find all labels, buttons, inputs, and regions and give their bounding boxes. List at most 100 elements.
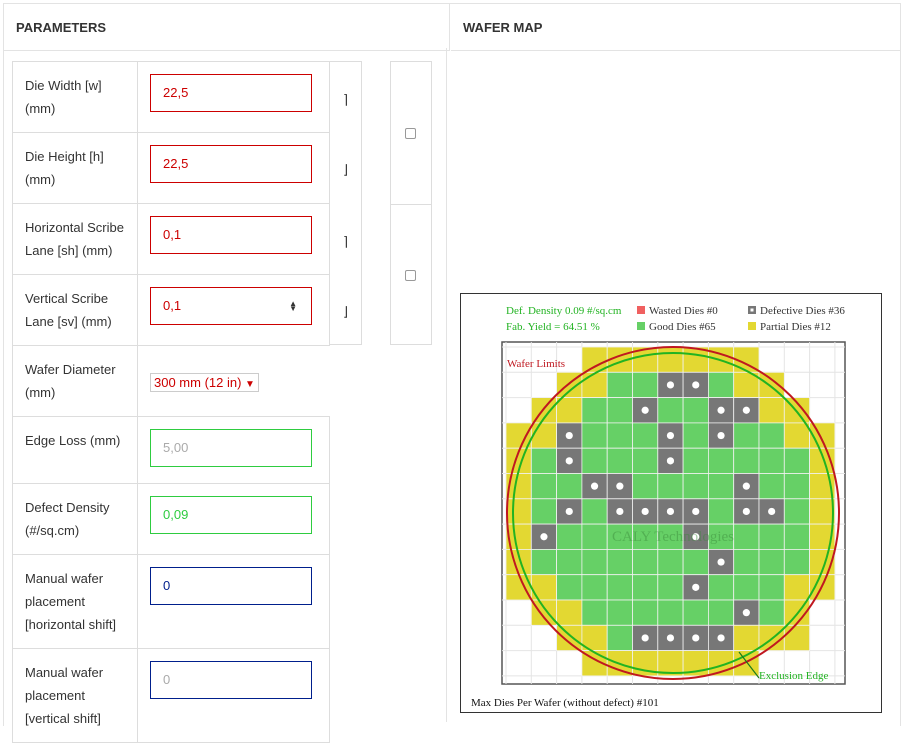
good-die (606, 397, 633, 424)
good-die (581, 523, 608, 550)
good-die (682, 422, 709, 449)
good-die (632, 574, 659, 601)
defect-dot (641, 507, 649, 516)
defect-dot (692, 381, 700, 389)
defect-dot (717, 406, 725, 414)
legend-def-density: Def. Density 0.09 #/sq.cm (506, 305, 622, 317)
die-height-label: Die Height [h] (mm) (12, 132, 138, 204)
partial-die (783, 422, 810, 449)
good-die (657, 548, 684, 576)
wafer-limits-label: Wafer Limits (507, 358, 565, 370)
partial-die (556, 599, 583, 626)
good-die (758, 574, 785, 601)
good-die (707, 473, 735, 500)
good-die (733, 523, 760, 550)
good-die (632, 473, 659, 500)
good-die (758, 548, 785, 576)
defect-dot (742, 482, 750, 490)
wafer-diameter-label: Wafer Diameter (mm) (12, 345, 138, 417)
partial-die (733, 624, 760, 651)
good-die (758, 473, 785, 500)
partial-die (556, 397, 583, 424)
defect-dot (616, 482, 624, 490)
die-width-input[interactable]: 22,5 (150, 74, 312, 112)
good-die (632, 599, 659, 626)
v-scribe-input[interactable]: 0,1 ▲ ▼ (150, 287, 312, 325)
defect-density-label: Defect Density (#/sq.cm) (12, 483, 138, 555)
link-dimensions-checkbox[interactable] (405, 128, 416, 139)
good-die (606, 599, 633, 626)
good-die (707, 498, 735, 525)
parameters-header: PARAMETERS (4, 4, 450, 51)
good-die (632, 371, 659, 399)
good-die (758, 447, 785, 474)
good-die (606, 624, 633, 651)
defect-dot (590, 482, 599, 490)
good-die (682, 599, 709, 626)
die-height-input[interactable]: 22,5 (150, 145, 312, 183)
partial-die (758, 397, 785, 424)
edge-loss-input[interactable]: 5,00 (150, 429, 312, 467)
legend-wasted-swatch (637, 306, 645, 314)
good-die (783, 548, 810, 576)
manual-h-input[interactable]: 0 (150, 567, 312, 605)
good-die (632, 548, 659, 576)
defect-dot (616, 507, 624, 516)
good-die (783, 473, 810, 500)
defect-dot (692, 507, 700, 516)
legend-partial-swatch (748, 322, 756, 330)
good-die (707, 574, 735, 601)
defect-dot (565, 457, 573, 465)
v-scribe-value: 0,1 (163, 298, 182, 313)
good-die (581, 498, 608, 525)
good-die (733, 574, 760, 601)
defect-dot (565, 507, 573, 516)
good-die (530, 548, 558, 576)
partial-die (657, 346, 684, 373)
link-bracket-icon: ⌉ (343, 92, 349, 107)
good-die (606, 371, 633, 399)
link-scribe-checkbox[interactable] (405, 270, 416, 281)
legend-fab-yield: Fab. Yield = 64.51 % (506, 321, 600, 333)
good-die (707, 447, 735, 474)
good-die (556, 574, 583, 601)
parameters-table: Die Width [w] (mm) 22,5 Die Height [h] (… (12, 61, 330, 743)
good-die (783, 498, 810, 525)
wafer-map: Def. Density 0.09 #/sq.cm Fab. Yield = 6… (460, 293, 882, 713)
good-die (682, 548, 709, 576)
defect-dot (742, 406, 750, 414)
h-scribe-input[interactable]: 0,1 (150, 216, 312, 254)
good-die (581, 397, 608, 424)
link-bracket-icon: ⌋ (343, 304, 349, 319)
good-die (632, 447, 659, 474)
good-die (632, 422, 659, 449)
good-die (606, 447, 633, 474)
defect-dot (666, 507, 675, 516)
defect-dot (666, 381, 675, 389)
legend-good-swatch (637, 322, 645, 330)
legend-defective: Defective Dies #36 (760, 305, 845, 317)
partial-die (783, 624, 810, 651)
good-die (733, 548, 760, 576)
defect-dot (717, 558, 725, 566)
good-die (581, 548, 608, 576)
good-die (783, 447, 810, 474)
defect-dot (692, 634, 700, 642)
good-die (783, 523, 810, 550)
max-dies-footer: Max Dies Per Wafer (without defect) #101 (471, 697, 659, 709)
link-bracket-icon: ⌋ (343, 162, 349, 177)
good-die (707, 371, 735, 399)
manual-v-input[interactable]: 0 (150, 661, 312, 699)
wafer-diameter-select[interactable]: 300 mm (12 in) ▼ (150, 373, 259, 392)
good-die (733, 422, 760, 449)
defect-dot (742, 507, 750, 516)
spinner-icon[interactable]: ▲ ▼ (289, 300, 297, 313)
good-die (530, 498, 558, 525)
good-die (657, 599, 684, 626)
partial-die (581, 371, 608, 399)
good-die (657, 397, 684, 424)
good-die (606, 548, 633, 576)
partial-die (530, 574, 558, 601)
manual-h-label: Manual wafer placement [horizontal shift… (12, 554, 138, 649)
defect-density-input[interactable]: 0,09 (150, 496, 312, 534)
